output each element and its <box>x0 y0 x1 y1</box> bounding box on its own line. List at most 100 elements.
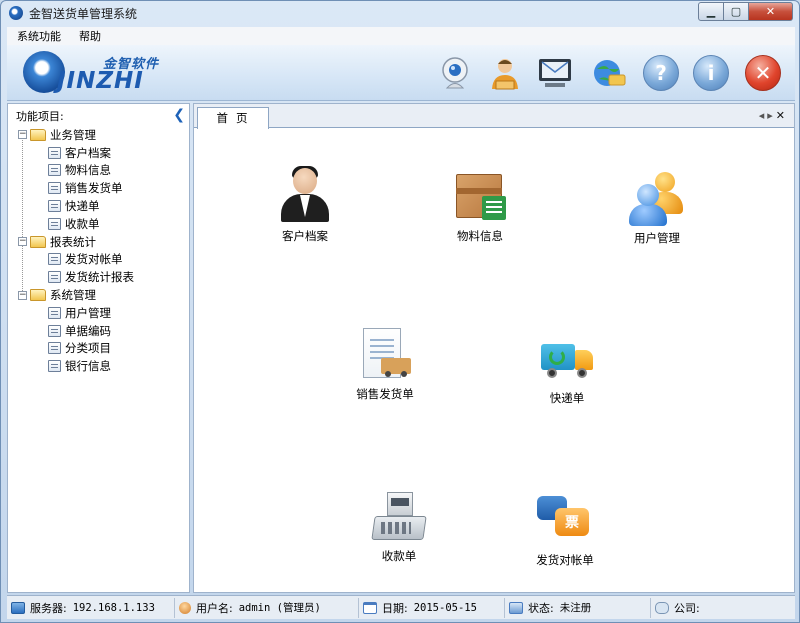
tab-prev-icon[interactable]: ◂ <box>759 109 768 122</box>
form-icon <box>48 342 61 355</box>
tab-home[interactable]: 首页 <box>197 107 269 129</box>
tree-item-label: 发货统计报表 <box>65 270 134 285</box>
folder-open-icon <box>30 289 46 302</box>
minimize-icon: ▁ <box>706 5 716 18</box>
tree-group-system[interactable]: − 系统管理 <box>8 286 189 304</box>
minimize-button[interactable]: ▁ <box>698 2 724 21</box>
window-title: 金智送货单管理系统 <box>29 6 138 21</box>
tree-item-label: 物料信息 <box>65 163 111 178</box>
main-content: 首页 ◂▸✕ 客户档案 物料信息 用户管理 销售发货单 快递单 收款单 票 发货… <box>193 103 795 593</box>
collapse-icon[interactable]: − <box>18 130 27 140</box>
tree-item-label: 快递单 <box>65 199 100 214</box>
network-button[interactable] <box>591 55 627 91</box>
tree-item-label: 用户管理 <box>65 305 111 320</box>
tree-item-sales-delivery[interactable]: 销售发货单 <box>8 179 189 197</box>
tree-item-categories[interactable]: 分类项目 <box>8 340 189 358</box>
user-support-icon <box>492 59 518 90</box>
shortcut-sales-delivery[interactable]: 销售发货单 <box>330 326 440 402</box>
exit-button[interactable]: ✕ <box>745 55 781 91</box>
mail-button[interactable] <box>537 55 573 91</box>
network-icon <box>594 60 626 86</box>
form-icon <box>48 182 61 195</box>
tree-group-label: 系统管理 <box>50 288 96 303</box>
status-value: admin (管理员) <box>238 602 321 614</box>
shortcut-user-management[interactable]: 用户管理 <box>602 170 712 246</box>
tree-item-customer-file[interactable]: 客户档案 <box>8 144 189 162</box>
state-icon <box>509 601 523 614</box>
tree-item-express[interactable]: 快递单 <box>8 197 189 215</box>
form-icon <box>48 253 61 266</box>
tab-close-icon[interactable]: ✕ <box>776 109 788 122</box>
folder-open-icon <box>30 128 46 141</box>
info-button[interactable]: i <box>693 55 729 91</box>
users-icon <box>629 170 685 226</box>
shortcut-material-info[interactable]: 物料信息 <box>425 168 535 244</box>
package-icon <box>452 168 508 224</box>
menu-help[interactable]: 帮助 <box>79 28 101 44</box>
shortcut-label: 用户管理 <box>634 231 680 245</box>
close-icon: ✕ <box>765 5 776 18</box>
tree-group-business[interactable]: − 业务管理 <box>8 126 189 144</box>
tree-item-bank-info[interactable]: 银行信息 <box>8 357 189 375</box>
webcam-button[interactable] <box>437 55 473 91</box>
customer-icon <box>277 166 333 224</box>
tab-next-icon[interactable]: ▸ <box>767 109 776 122</box>
tree-item-user-management[interactable]: 用户管理 <box>8 304 189 322</box>
status-label: 公司: <box>674 601 700 615</box>
collapse-icon[interactable]: − <box>18 237 27 247</box>
status-value: 未注册 <box>559 602 592 614</box>
menu-system-functions[interactable]: 系统功能 <box>17 28 61 44</box>
close-window-button[interactable]: ✕ <box>749 2 793 21</box>
tab-strip: 首页 ◂▸✕ <box>194 104 794 129</box>
status-label: 用户名: <box>196 601 233 615</box>
collapse-icon[interactable]: − <box>18 290 27 300</box>
cash-register-icon <box>371 488 427 544</box>
shortcut-label: 销售发货单 <box>356 387 414 401</box>
status-label: 日期: <box>382 601 408 615</box>
help-button[interactable]: ? <box>643 55 679 91</box>
shortcut-receipt[interactable]: 收款单 <box>344 488 454 564</box>
shortcut-express[interactable]: 快递单 <box>512 330 622 406</box>
shortcut-customer-file[interactable]: 客户档案 <box>250 166 360 244</box>
status-value: 192.168.1.133 <box>72 601 155 614</box>
status-value: 2015-05-15 <box>413 601 477 614</box>
shortcut-label: 发货对帐单 <box>536 553 594 567</box>
app-window: 金智送货单管理系统 ▁ ▢ ✕ 系统功能 帮助 金智软件 JINZHI ? i … <box>0 0 800 623</box>
tree-item-material-info[interactable]: 物料信息 <box>8 162 189 180</box>
status-server: 服务器: 192.168.1.133 <box>7 597 175 618</box>
function-panel-title: 功能项目: <box>16 110 64 123</box>
maximize-icon: ▢ <box>730 5 742 18</box>
app-icon <box>9 6 23 20</box>
ticket-chat-icon: 票 <box>537 492 593 548</box>
tree-item-delivery-statement[interactable]: 发货对帐单 <box>8 251 189 269</box>
tree-item-receipt[interactable]: 收款单 <box>8 215 189 233</box>
tree-group-reports[interactable]: − 报表统计 <box>8 233 189 251</box>
folder-open-icon <box>30 235 46 248</box>
tree-item-label: 客户档案 <box>65 145 111 160</box>
function-panel: 功能项目: ❮ − 业务管理 客户档案 物料信息 销售发货单 快递单 收款单 −… <box>7 103 190 593</box>
form-icon <box>48 164 61 177</box>
title-bar[interactable]: 金智送货单管理系统 ▁ ▢ ✕ <box>1 1 799 25</box>
help-icon: ? <box>655 61 667 85</box>
status-company: 公司: <box>651 598 793 618</box>
maximize-button[interactable]: ▢ <box>724 2 749 21</box>
form-icon <box>48 217 61 230</box>
status-bar: 服务器: 192.168.1.133 用户名: admin (管理员) 日期: … <box>7 595 795 619</box>
user-support-button[interactable] <box>487 55 523 91</box>
tree-item-label: 银行信息 <box>65 359 111 374</box>
exit-icon: ✕ <box>754 61 772 85</box>
delivery-document-icon <box>357 326 413 382</box>
tree-item-delivery-stats[interactable]: 发货统计报表 <box>8 268 189 286</box>
shortcut-delivery-statement[interactable]: 票 发货对帐单 <box>510 492 620 568</box>
tree-item-document-codes[interactable]: 单据编码 <box>8 322 189 340</box>
shortcut-label: 收款单 <box>381 549 417 563</box>
status-state: 状态: 未注册 <box>505 597 651 618</box>
status-label: 状态: <box>528 601 554 615</box>
form-icon <box>48 200 61 213</box>
delivery-truck-icon <box>539 330 595 386</box>
menu-bar: 系统功能 帮助 <box>7 27 795 45</box>
tree-item-label: 销售发货单 <box>65 181 123 196</box>
collapse-panel-button[interactable]: ❮ <box>173 107 185 123</box>
form-icon <box>48 306 61 319</box>
tree-item-label: 发货对帐单 <box>65 252 123 267</box>
